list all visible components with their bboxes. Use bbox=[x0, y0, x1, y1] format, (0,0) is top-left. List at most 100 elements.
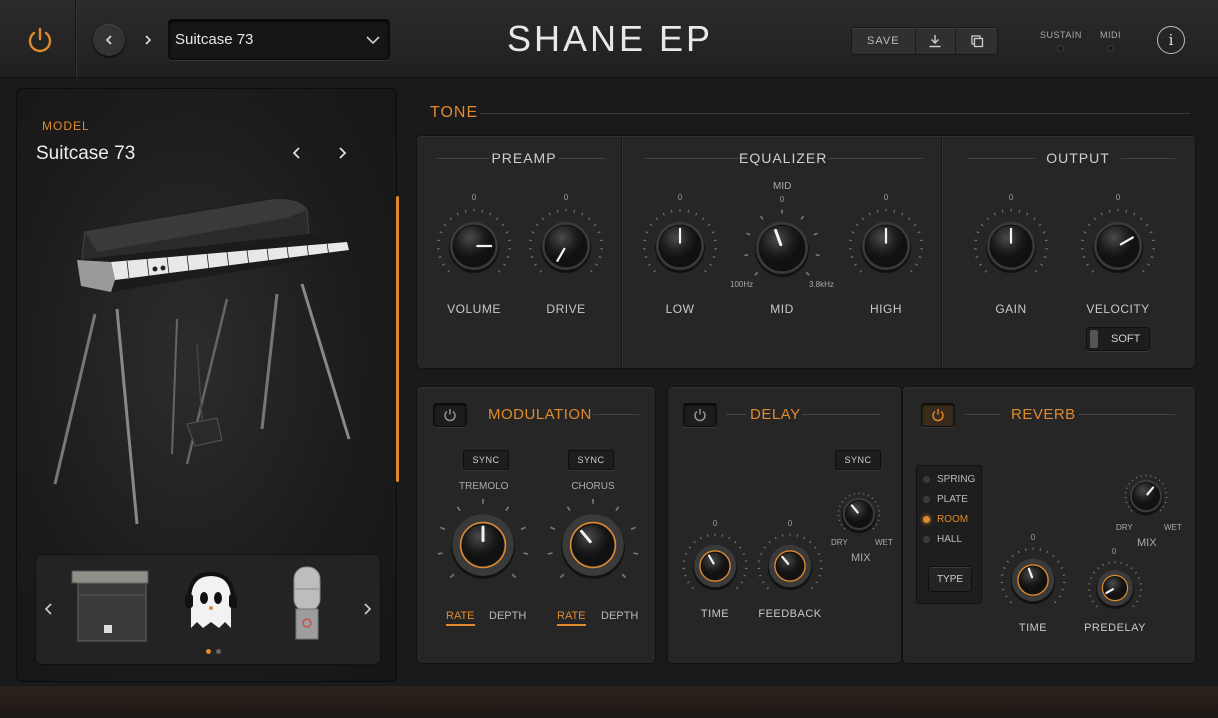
modulation-title: MODULATION bbox=[488, 406, 592, 423]
copy-button[interactable] bbox=[956, 28, 997, 54]
master-power-button[interactable] bbox=[20, 20, 60, 60]
reverb-wet-label: WET bbox=[1164, 523, 1182, 532]
reverb-type-plate[interactable]: PLATE bbox=[923, 494, 968, 505]
thumbs-prev-button[interactable] bbox=[40, 597, 58, 621]
tone-panel: PREAMP 0 VOLUME 0 DRIVE EQUALIZER 0 LOW … bbox=[416, 135, 1196, 369]
chorus-knob[interactable] bbox=[545, 497, 641, 593]
predelay-zero: 0 bbox=[1111, 547, 1117, 556]
save-button[interactable]: SAVE bbox=[852, 28, 916, 54]
page-dot-1[interactable] bbox=[206, 649, 211, 654]
radio-indicator bbox=[923, 476, 930, 483]
delay-power-button[interactable] bbox=[683, 403, 717, 427]
gain-knob[interactable] bbox=[971, 206, 1051, 286]
thumb-cabinet-amp[interactable] bbox=[64, 565, 154, 645]
model-panel: MODEL Suitcase 73 bbox=[16, 88, 399, 682]
feedback-knob[interactable] bbox=[755, 531, 825, 601]
mid-top-label: MID bbox=[773, 181, 792, 192]
mid-freq-high: 3.8kHz bbox=[809, 280, 834, 289]
sustain-label: SUSTAIN bbox=[1040, 30, 1082, 40]
drive-zero: 0 bbox=[563, 193, 569, 202]
electric-piano-image bbox=[53, 199, 367, 525]
delay-panel: DELAY SYNC DRY WET MIX 0 TIME 0 FEEDBACK bbox=[667, 386, 902, 664]
divider bbox=[1079, 414, 1175, 415]
thumb-microphone[interactable] bbox=[262, 565, 352, 645]
scroll-indicator[interactable] bbox=[396, 196, 399, 482]
soft-switch bbox=[1090, 330, 1098, 348]
reverb-dry-label: DRY bbox=[1116, 523, 1133, 532]
reverb-time-knob[interactable] bbox=[998, 545, 1068, 615]
chorus-rate-tab[interactable]: RATE bbox=[557, 610, 586, 626]
equalizer-title: EQUALIZER bbox=[739, 150, 828, 166]
velocity-label: VELOCITY bbox=[1086, 302, 1150, 316]
download-button[interactable] bbox=[916, 28, 957, 54]
midi-label: MIDI bbox=[1100, 30, 1121, 40]
velocity-knob[interactable] bbox=[1078, 206, 1158, 286]
reverb-type-selector: SPRING PLATE ROOM HALL TYPE bbox=[916, 465, 982, 604]
chorus-sync-button[interactable]: SYNC bbox=[568, 450, 614, 470]
tremolo-knob[interactable] bbox=[435, 497, 531, 593]
model-thumbnails bbox=[35, 554, 381, 665]
reverb-type-room[interactable]: ROOM bbox=[923, 514, 968, 525]
preset-select[interactable]: Suitcase 73 bbox=[168, 19, 390, 60]
amp-cabinet-image bbox=[71, 570, 149, 642]
predelay-knob[interactable] bbox=[1080, 559, 1150, 617]
mid-zero: 0 bbox=[779, 195, 785, 204]
modulation-power-button[interactable] bbox=[433, 403, 467, 427]
chorus-depth-tab[interactable]: DEPTH bbox=[601, 610, 638, 624]
preset-next-button[interactable] bbox=[132, 24, 164, 56]
divider bbox=[645, 158, 741, 159]
model-prev-button[interactable] bbox=[285, 141, 309, 165]
chevron-left-icon bbox=[105, 35, 112, 45]
page-dot-2[interactable] bbox=[216, 649, 221, 654]
preset-prev-button[interactable] bbox=[93, 24, 125, 56]
reverb-type-button[interactable]: TYPE bbox=[928, 566, 972, 592]
tremolo-depth-tab[interactable]: DEPTH bbox=[489, 610, 526, 624]
chevron-left-icon bbox=[292, 147, 300, 159]
tremolo-sync-button[interactable]: SYNC bbox=[463, 450, 509, 470]
thumb-ghost-mascot[interactable] bbox=[166, 565, 256, 645]
mid-knob[interactable] bbox=[742, 208, 822, 288]
low-knob[interactable] bbox=[640, 206, 720, 286]
delay-mix-knob[interactable] bbox=[836, 491, 882, 537]
divider bbox=[802, 414, 880, 415]
chorus-label: CHORUS bbox=[571, 481, 615, 492]
page-dots bbox=[206, 649, 221, 654]
delay-sync-button[interactable]: SYNC bbox=[835, 450, 881, 470]
soft-label: SOFT bbox=[1111, 333, 1141, 345]
gain-label: GAIN bbox=[995, 302, 1027, 316]
download-icon bbox=[929, 35, 941, 48]
info-button[interactable]: i bbox=[1157, 26, 1185, 54]
reverb-type-hall[interactable]: HALL bbox=[923, 534, 962, 545]
radio-indicator bbox=[923, 496, 930, 503]
power-icon bbox=[28, 27, 52, 53]
sustain-indicator: SUSTAIN bbox=[1040, 30, 1082, 52]
soft-toggle[interactable]: SOFT bbox=[1086, 327, 1150, 351]
tremolo-rate-tab[interactable]: RATE bbox=[446, 610, 475, 626]
ghost-icon bbox=[185, 571, 237, 628]
high-knob[interactable] bbox=[846, 206, 926, 286]
low-label: LOW bbox=[665, 302, 695, 316]
reverb-type-spring[interactable]: SPRING bbox=[923, 474, 975, 485]
reverb-power-button[interactable] bbox=[921, 403, 955, 427]
reverb-mix-knob[interactable] bbox=[1123, 473, 1169, 519]
gain-zero: 0 bbox=[1008, 193, 1014, 202]
delay-title: DELAY bbox=[750, 406, 801, 423]
model-next-button[interactable] bbox=[330, 141, 354, 165]
chevron-right-icon bbox=[145, 35, 152, 45]
divider bbox=[827, 158, 923, 159]
preamp-title: PREAMP bbox=[491, 150, 557, 166]
thumbs-next-button[interactable] bbox=[358, 597, 376, 621]
low-zero: 0 bbox=[677, 193, 683, 202]
reverb-type-label: SPRING bbox=[937, 474, 976, 485]
volume-knob[interactable] bbox=[434, 206, 514, 286]
radio-indicator bbox=[923, 516, 930, 523]
reverb-type-label: ROOM bbox=[937, 514, 969, 525]
top-bar: Suitcase 73 SHANE EP SAVE SUSTAIN MIDI i bbox=[0, 0, 1218, 78]
delay-time-knob[interactable] bbox=[680, 531, 750, 601]
power-icon bbox=[444, 409, 456, 422]
output-title: OUTPUT bbox=[1046, 150, 1110, 166]
copy-icon bbox=[970, 35, 983, 48]
radio-indicator bbox=[923, 536, 930, 543]
drive-knob[interactable] bbox=[526, 206, 606, 286]
chevron-right-icon bbox=[364, 603, 372, 615]
